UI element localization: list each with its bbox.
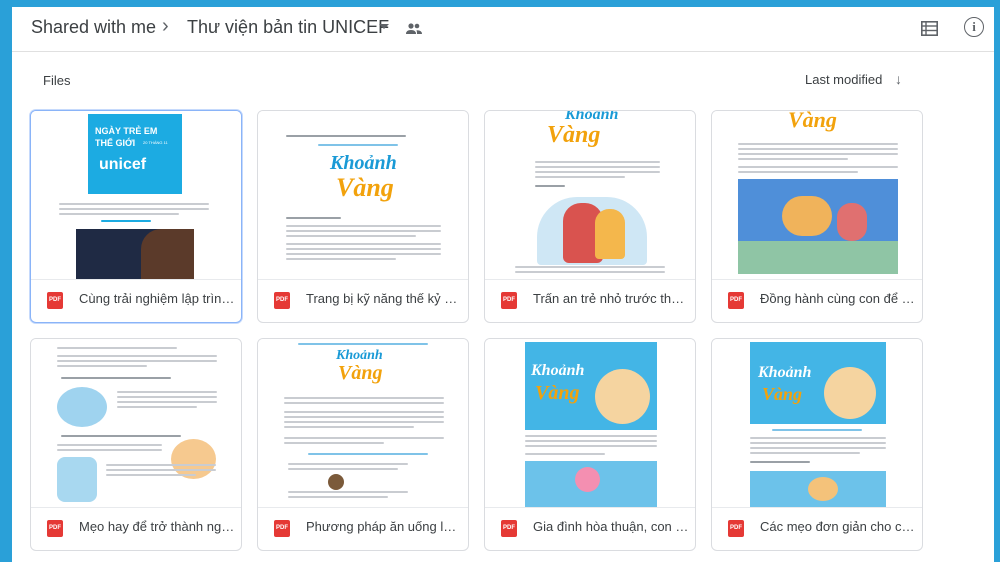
file-title: Cùng trải nghiệm lập trình...	[79, 291, 235, 306]
file-thumbnail: Khoảnh Vàng	[485, 339, 695, 508]
people-icon	[406, 23, 422, 34]
file-title: Phương pháp ăn uống lành...	[306, 519, 462, 534]
thumb-logo-word3: Vàng	[336, 173, 394, 202]
thumb-unicef-logo: unicef	[99, 156, 147, 173]
thumb-logo-word1: Khoảnh	[330, 152, 397, 174]
pdf-icon: PDF	[501, 292, 517, 309]
thumb-logo-word1: Khoảnh	[336, 348, 383, 363]
pdf-icon: PDF	[47, 520, 63, 537]
window-frame-right	[994, 0, 1000, 562]
thumb-logo-word3: Vàng	[535, 382, 580, 404]
thumb-logo-word3: Vàng	[788, 111, 837, 132]
file-thumbnail	[31, 339, 241, 508]
pdf-icon: PDF	[47, 292, 63, 309]
file-title: Gia đình hòa thuận, con trẻ...	[533, 519, 689, 534]
file-card[interactable]: Khoảnh Vàng PDF Trấn an trẻ nhỏ trước th…	[484, 110, 696, 323]
pdf-icon: PDF	[728, 520, 744, 537]
thumb-logo-word1: Khoảnh	[758, 364, 812, 381]
file-title: Mẹo hay để trở thành người...	[79, 519, 235, 534]
breadcrumb-shared-with-me[interactable]: Shared with me	[31, 17, 156, 38]
file-thumbnail: Khoảnh Vàng	[485, 111, 695, 280]
file-title: Trấn an trẻ nhỏ trước thông...	[533, 291, 689, 306]
file-card[interactable]: Khoảnh Vàng PDF Trang bị kỹ năng thế kỷ …	[257, 110, 469, 323]
file-card[interactable]: NGÀY TRẺ EM THẾ GIỚI 20 THÁNG 11 unicef …	[30, 110, 242, 323]
pdf-icon: PDF	[728, 292, 744, 309]
thumb-poster-date: 20 THÁNG 11	[143, 140, 168, 145]
file-thumbnail: NGÀY TRẺ EM THẾ GIỚI 20 THÁNG 11 unicef	[31, 111, 241, 280]
file-card[interactable]: Khoảnh Vàng PDF Phương pháp ăn uống lành…	[257, 338, 469, 551]
pdf-icon: PDF	[501, 520, 517, 537]
file-thumbnail: Khoảnh Vàng	[258, 111, 468, 280]
pdf-icon: PDF	[274, 520, 290, 537]
arrow-down-icon[interactable]: ↓	[895, 71, 902, 87]
file-thumbnail: Vàng	[712, 111, 922, 280]
header-bar: Shared with me › Thư viện bản tin UNICEF…	[12, 7, 994, 52]
breadcrumb-folder[interactable]: Thư viện bản tin UNICEF	[187, 17, 389, 38]
pdf-icon: PDF	[274, 292, 290, 309]
caret-down-icon[interactable]	[379, 24, 389, 29]
thumb-logo-word3: Vàng	[547, 122, 601, 148]
thumb-poster-line1: NGÀY TRẺ EM	[95, 126, 158, 136]
file-card[interactable]: PDF Mẹo hay để trở thành người...	[30, 338, 242, 551]
info-icon[interactable]: i	[964, 17, 984, 37]
file-title: Đồng hành cùng con để p...	[760, 291, 916, 306]
file-title: Các mẹo đơn giản cho cha...	[760, 519, 916, 534]
file-title: Trang bị kỹ năng thế kỷ 21...	[306, 291, 462, 306]
window-frame-left	[0, 0, 12, 562]
list-view-icon[interactable]	[921, 21, 938, 36]
thumb-poster-line2: THẾ GIỚI	[95, 138, 136, 148]
breadcrumb-separator: ›	[162, 15, 169, 37]
file-card[interactable]: Khoảnh Vàng PDF Gia đình hòa thuận, con …	[484, 338, 696, 551]
thumb-logo-word1: Khoảnh	[531, 362, 585, 379]
thumb-logo-word3: Vàng	[762, 384, 803, 404]
file-thumbnail: Khoảnh Vàng	[258, 339, 468, 508]
file-card[interactable]: Khoảnh Vàng PDF Các mẹo đơn giản cho cha…	[711, 338, 923, 551]
section-title: Files	[43, 73, 71, 88]
window-frame-top	[0, 0, 1000, 7]
thumb-logo-word3: Vàng	[338, 362, 383, 384]
file-card[interactable]: Vàng PDF Đồng hành cùng con để p...	[711, 110, 923, 323]
sort-button[interactable]: Last modified	[805, 72, 882, 87]
file-thumbnail: Khoảnh Vàng	[712, 339, 922, 508]
